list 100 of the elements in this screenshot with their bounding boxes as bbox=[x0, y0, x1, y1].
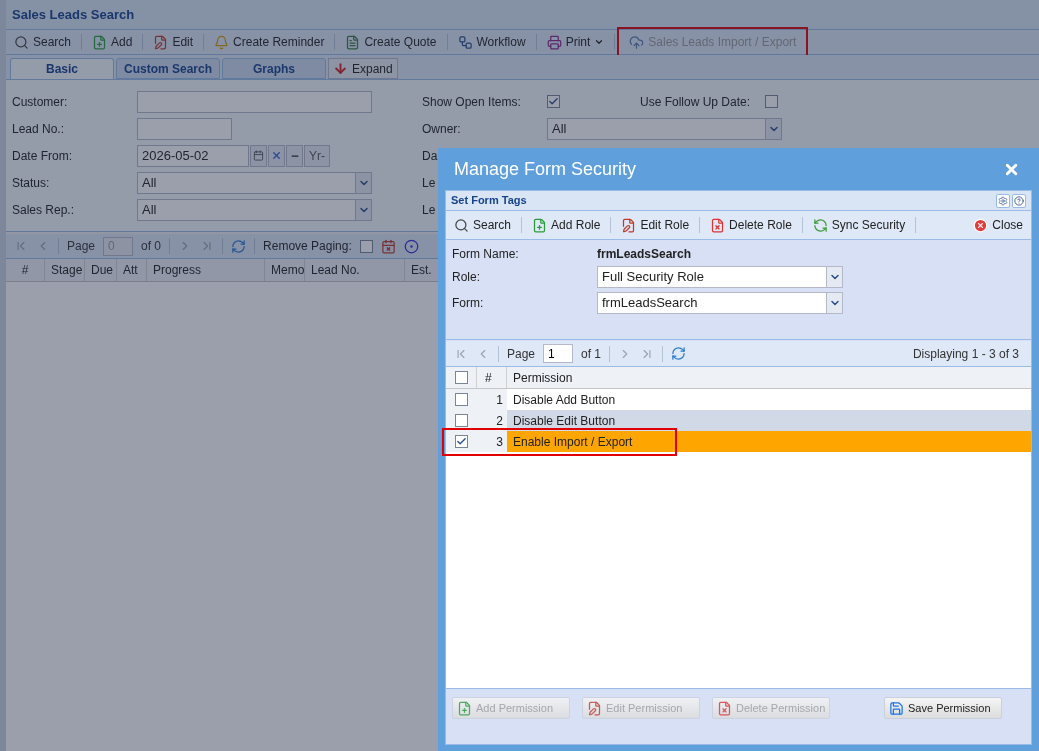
toolbar-button[interactable]: Add bbox=[88, 31, 137, 53]
tab[interactable]: Graphs bbox=[222, 58, 326, 79]
toolbar-button[interactable]: Add Role bbox=[528, 214, 605, 236]
file-delete-icon bbox=[717, 700, 732, 716]
page-label: Page bbox=[67, 238, 96, 255]
bell-icon bbox=[214, 34, 230, 50]
dropdown[interactable]: Full Security Role bbox=[597, 266, 843, 288]
column-header[interactable]: Due bbox=[85, 259, 117, 281]
text-field[interactable] bbox=[137, 90, 372, 113]
column-header[interactable]: Stage bbox=[45, 259, 85, 281]
file-plus-icon bbox=[457, 700, 472, 716]
page-title: Sales Leads Search bbox=[12, 5, 135, 24]
table-cell: 2 bbox=[477, 410, 507, 431]
toolbar-button[interactable]: Edit Role bbox=[617, 214, 694, 236]
form-name-value: frmLeadsSearch bbox=[597, 246, 692, 263]
close-icon bbox=[271, 150, 282, 161]
file-plus-icon bbox=[92, 34, 108, 50]
refresh-icon[interactable] bbox=[231, 238, 247, 254]
radio-icon[interactable] bbox=[403, 238, 419, 254]
select-all-checkbox[interactable] bbox=[454, 371, 468, 384]
search-icon bbox=[454, 217, 469, 233]
action-button[interactable]: Save Permission bbox=[884, 697, 1002, 719]
panel-title: Set Form Tags bbox=[451, 193, 527, 209]
table-row[interactable]: 2 Disable Edit Button bbox=[446, 410, 1031, 431]
dialog-title: Manage Form Security bbox=[454, 157, 637, 181]
checkbox[interactable] bbox=[765, 95, 778, 108]
page-field[interactable]: 1 bbox=[543, 344, 574, 363]
workflow-icon bbox=[457, 34, 473, 50]
dropdown[interactable]: All bbox=[137, 171, 372, 194]
table-cell-text: Enable Import / Export bbox=[512, 433, 634, 451]
field-label: Use Follow Up Date: bbox=[640, 93, 752, 111]
file-edit-icon bbox=[153, 34, 169, 50]
page-label: Page bbox=[507, 345, 536, 363]
year-button[interactable]: Yr- bbox=[304, 144, 330, 167]
column-header[interactable]: Att bbox=[117, 259, 147, 281]
settings-icon[interactable] bbox=[996, 193, 1010, 208]
file-edit-icon bbox=[587, 700, 602, 716]
toolbar-button[interactable]: Search bbox=[450, 214, 516, 236]
file-edit-icon bbox=[621, 217, 637, 233]
toolbar-button[interactable]: Sync Security bbox=[808, 214, 910, 236]
close-icon bbox=[973, 217, 989, 233]
toolbar-button[interactable]: Edit bbox=[149, 31, 198, 53]
close-button[interactable]: Close bbox=[969, 214, 1027, 236]
calendar-icon[interactable] bbox=[380, 238, 396, 254]
checkbox[interactable] bbox=[455, 393, 468, 406]
first-page-icon[interactable] bbox=[14, 239, 28, 253]
date-field[interactable]: 2026-05-02 bbox=[137, 144, 249, 167]
column-header[interactable]: # bbox=[477, 367, 507, 388]
sync-icon bbox=[812, 217, 828, 233]
dropdown[interactable]: All bbox=[547, 117, 782, 140]
display-count: Displaying 1 - 3 of 3 bbox=[912, 345, 1019, 363]
field-label: Sales Rep.: bbox=[12, 201, 76, 219]
column-header[interactable]: Memo bbox=[265, 259, 305, 281]
checkbox[interactable] bbox=[455, 414, 468, 427]
table-cell-text: Disable Edit Button bbox=[512, 412, 617, 430]
column-header[interactable]: Lead No. bbox=[305, 259, 405, 281]
column-header[interactable]: # bbox=[6, 259, 45, 281]
printer-icon bbox=[546, 34, 562, 50]
column-header[interactable]: Progress bbox=[147, 259, 265, 281]
dropdown[interactable]: frmLeadsSearch bbox=[597, 292, 843, 314]
remove-paging-label: Remove Paging: bbox=[263, 238, 352, 255]
calendar-icon bbox=[253, 150, 264, 161]
minus-button[interactable] bbox=[286, 144, 303, 167]
table-cell: 3 bbox=[477, 431, 507, 452]
field-label: Da bbox=[422, 147, 438, 165]
field-label: Le bbox=[422, 174, 436, 192]
file-plus-icon bbox=[532, 217, 548, 233]
expand-button[interactable]: Expand bbox=[328, 58, 398, 79]
checkbox[interactable] bbox=[359, 239, 373, 253]
page-count: of 0 bbox=[141, 238, 162, 255]
calendar-button[interactable] bbox=[250, 144, 267, 167]
save-icon bbox=[889, 700, 904, 716]
tab[interactable]: Basic bbox=[10, 58, 114, 79]
toolbar-button[interactable]: Delete Role bbox=[706, 214, 796, 236]
tab[interactable]: Custom Search bbox=[116, 58, 220, 79]
checkbox[interactable] bbox=[455, 435, 468, 448]
column-header[interactable]: Permission bbox=[507, 367, 1031, 388]
toolbar-button[interactable]: Create Quote bbox=[341, 31, 441, 53]
clear-button[interactable] bbox=[268, 144, 285, 167]
refresh-icon[interactable] bbox=[671, 346, 687, 361]
caret-icon bbox=[594, 37, 605, 47]
toolbar-button[interactable]: Print bbox=[542, 31, 609, 53]
field-label: Form Name: bbox=[452, 246, 520, 263]
search-icon bbox=[14, 34, 29, 50]
text-field[interactable] bbox=[137, 117, 232, 140]
document-icon bbox=[345, 34, 361, 50]
toolbar-button[interactable]: Create Reminder bbox=[210, 31, 329, 53]
table-cell-text: Disable Add Button bbox=[512, 391, 617, 409]
dropdown[interactable]: All bbox=[137, 198, 372, 221]
toolbar-button[interactable]: Workflow bbox=[453, 31, 530, 53]
table-cell: 1 bbox=[477, 389, 507, 410]
field-label: Owner: bbox=[422, 120, 462, 138]
field-label: Role: bbox=[452, 269, 481, 286]
field-label: Show Open Items: bbox=[422, 93, 522, 111]
checkbox[interactable] bbox=[547, 95, 560, 108]
field-label: Form: bbox=[452, 295, 485, 312]
toolbar-button[interactable]: Search bbox=[10, 31, 76, 53]
page-count: of 1 bbox=[581, 345, 602, 363]
help-icon[interactable] bbox=[1012, 193, 1026, 208]
arrow-down-icon bbox=[333, 61, 348, 76]
